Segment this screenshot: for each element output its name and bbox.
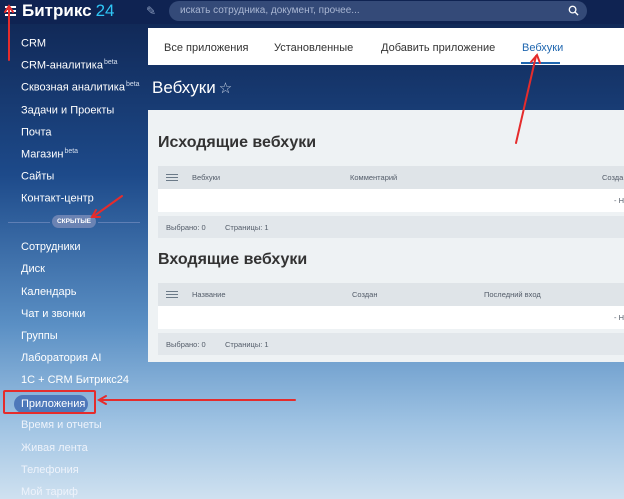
search-input[interactable]: искать сотрудника, документ, прочее... [169,1,587,21]
column-header[interactable]: Вебхуки [192,173,220,182]
sidebar-item-contact-center[interactable]: Контакт-центр [21,189,95,206]
sidebar-item-telephony[interactable]: Телефония [21,463,79,477]
sidebar-item-feed[interactable]: Живая лента [21,441,88,455]
column-header[interactable]: Последний вход [484,290,541,299]
incoming-grid-footer: Выбрано: 0 Страницы: 1 [158,333,624,355]
selected-count: Выбрано: 0 [166,223,206,232]
page-count: Страницы: 1 [225,340,269,349]
sidebar-item-groups[interactable]: Группы [21,329,58,343]
logo[interactable]: Битрикс 24 [22,1,115,21]
column-header[interactable]: Создан [352,290,377,299]
sidebar-item-crm-analytics[interactable]: CRM-аналитикаbeta [21,56,118,73]
sidebar-item-tasks[interactable]: Задачи и Проекты [21,101,115,118]
incoming-grid-header: Название Создан Последний вход [158,283,624,306]
tab-all-apps[interactable]: Все приложения [164,42,248,54]
top-header: Битрикс 24 ✎ искать сотрудника, документ,… [0,0,624,24]
tab-add-app[interactable]: Добавить приложение [381,42,495,54]
empty-grid-text: - Н [614,196,624,205]
sidebar-item-employees[interactable]: Сотрудники [21,240,81,254]
logo-text: Битрикс [22,1,92,20]
pencil-icon[interactable]: ✎ [146,4,156,18]
selected-count: Выбрано: 0 [166,340,206,349]
page-count: Страницы: 1 [225,223,269,232]
incoming-grid-body: - Н [158,306,624,329]
menu-burger-icon[interactable] [5,6,16,16]
column-header[interactable]: Название [192,290,226,299]
sidebar-item-calendar[interactable]: Календарь [21,285,77,299]
sidebar-item-mail[interactable]: Почта [21,123,53,140]
search-placeholder: искать сотрудника, документ, прочее... [180,5,360,16]
grid-settings-icon[interactable] [166,291,178,299]
outgoing-grid-header: Вебхуки Комментарий Созда [158,166,624,189]
sidebar-item-disk[interactable]: Диск [21,262,45,276]
incoming-webhooks-title: Входящие вебхуки [158,251,308,268]
grid-settings-icon[interactable] [166,174,178,182]
column-header[interactable]: Комментарий [350,173,397,182]
logo-number: 24 [95,1,115,20]
tab-webhooks[interactable]: Вебхуки [522,42,563,54]
page-title: Вебхуки ☆ [152,78,233,97]
outgoing-webhooks-title: Исходящие вебхуки [158,134,317,151]
tab-installed[interactable]: Установленные [274,42,353,54]
outgoing-grid-body: - Н [158,189,624,212]
sidebar-item-chat[interactable]: Чат и звонки [21,307,85,321]
hidden-divider-left [8,222,50,223]
sidebar-item-sites[interactable]: Сайты [21,167,55,184]
column-header[interactable]: Созда [602,173,623,182]
sidebar-item-ai-lab[interactable]: Лаборатория AI [21,351,101,365]
hidden-section-badge[interactable]: СКРЫТЫЕ [52,215,96,228]
outgoing-grid-footer: Выбрано: 0 Страницы: 1 [158,216,624,238]
sidebar-item-time-reports[interactable]: Время и отчеты [21,418,102,432]
sidebar-item-crm[interactable]: CRM [21,34,47,51]
sidebar-item-end-to-end-analytics[interactable]: Сквозная аналитикаbeta [21,78,140,95]
sidebar-item-my-plan[interactable]: Мой тариф [21,485,78,499]
annotation-box-apps [3,390,96,414]
sidebar-item-1c-crm[interactable]: 1С + CRM Битрикс24 [21,373,129,387]
apps-tabbar: Все приложения Установленные Добавить пр… [148,28,624,65]
hidden-divider-right [98,222,140,223]
active-tab-underline [521,62,560,64]
empty-grid-text: - Н [614,313,624,322]
sidebar-item-store[interactable]: Магазинbeta [21,145,78,162]
search-icon[interactable] [568,5,579,16]
star-icon[interactable]: ☆ [219,80,232,97]
